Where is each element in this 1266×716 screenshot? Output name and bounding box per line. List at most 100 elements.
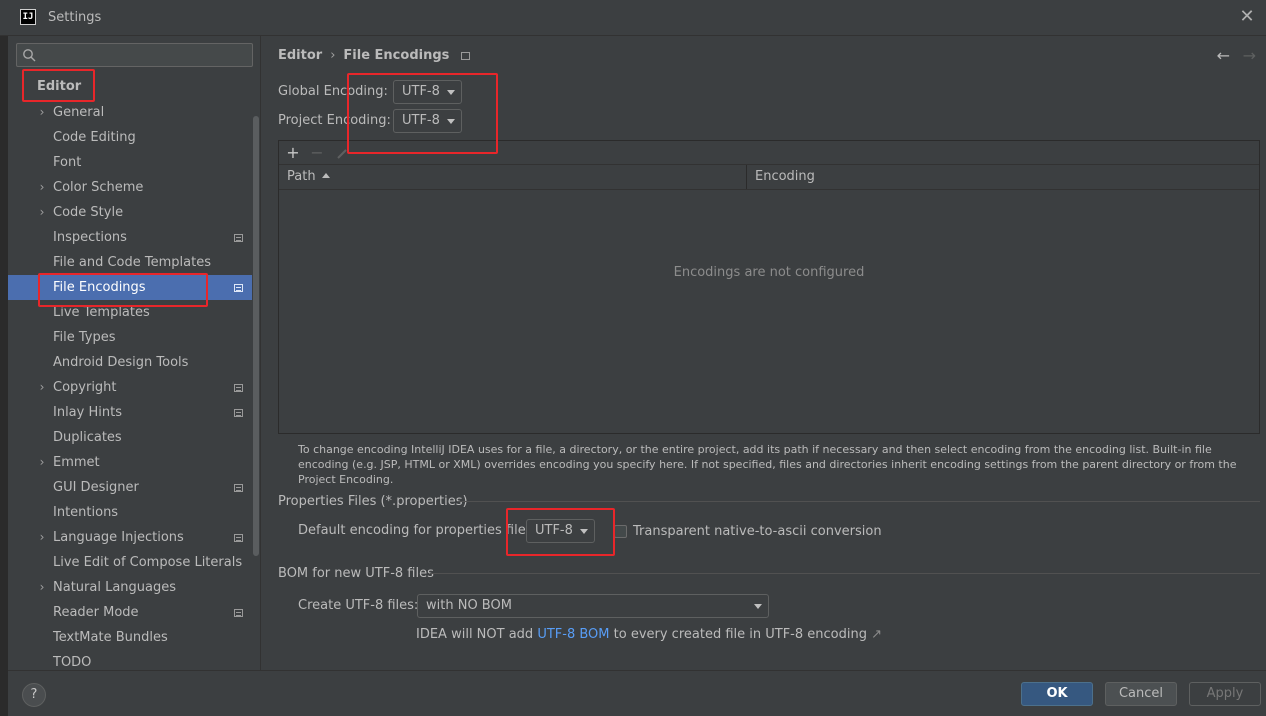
sidebar-item-live-edit-of-compose-literals[interactable]: Live Edit of Compose Literals [8,550,252,575]
page-settings-icon [234,384,243,392]
settings-search[interactable] [16,43,253,67]
column-header-path[interactable]: Path [279,165,747,189]
sidebar-item-live-templates[interactable]: Live Templates [8,300,252,325]
chevron-right-icon[interactable]: › [36,175,48,200]
properties-encoding-combo[interactable]: UTF-8 [526,519,595,543]
create-utf8-label: Create UTF-8 files: [298,598,419,613]
sidebar-item-label: Android Design Tools [53,355,189,370]
chevron-right-icon[interactable]: › [36,200,48,225]
page-settings-icon [234,234,243,242]
edit-pencil-icon[interactable] [333,143,353,163]
sidebar-item-color-scheme[interactable]: › Color Scheme [8,175,252,200]
sidebar-item-label: File Types [53,330,116,345]
sidebar-item-file-and-code-templates[interactable]: File and Code Templates [8,250,252,275]
global-encoding-value: UTF-8 [402,84,440,99]
sidebar-item-label: Live Edit of Compose Literals [53,555,243,570]
global-encoding-combo[interactable]: UTF-8 [393,80,462,104]
back-arrow-icon[interactable]: ← [1217,46,1230,65]
page-settings-icon [461,51,471,60]
chevron-right-icon[interactable]: › [36,450,48,475]
sidebar-item-label: Live Templates [53,305,150,320]
chevron-right-icon[interactable]: › [36,525,48,550]
chevron-down-icon [754,604,762,609]
sidebar-item-intentions[interactable]: Intentions [8,500,252,525]
global-encoding-label: Global Encoding: [278,84,388,99]
close-icon[interactable]: ✕ [1236,6,1258,28]
encoding-help-text: To change encoding IntelliJ IDEA uses fo… [298,443,1237,486]
bom-note: IDEA will NOT add UTF-8 BOM to every cre… [416,627,882,642]
sidebar-item-label: Duplicates [53,430,122,445]
add-icon[interactable]: + [283,143,303,163]
table-toolbar: + − [279,141,1259,165]
bom-section-title: BOM for new UTF-8 files [278,566,434,581]
breadcrumb: Editor › File Encodings [278,48,471,63]
sidebar-item-label: Copyright [53,380,117,395]
sidebar-item-label: GUI Designer [53,480,139,495]
sidebar-item-natural-languages[interactable]: › Natural Languages [8,575,252,600]
transparent-conversion-label[interactable]: Transparent native-to-ascii conversion [633,524,882,539]
external-link-icon[interactable]: ↗ [871,627,882,642]
settings-sidebar: Editor › General Code Editing Font › Color Sc… [8,36,261,670]
sidebar-item-gui-designer[interactable]: GUI Designer [8,475,252,500]
chevron-right-icon[interactable]: › [36,100,48,125]
forward-arrow-icon[interactable]: → [1243,46,1256,65]
cancel-button[interactable]: Cancel [1105,682,1177,706]
search-input[interactable] [41,46,246,64]
chevron-right-icon[interactable]: › [36,375,48,400]
ok-button[interactable]: OK [1021,682,1093,706]
sidebar-scrollbar[interactable] [253,116,259,556]
help-button[interactable]: ? [22,683,46,707]
breadcrumb-parent[interactable]: Editor [278,48,322,63]
project-encoding-combo[interactable]: UTF-8 [393,109,462,133]
empty-table-text: Encodings are not configured [673,265,865,280]
sidebar-item-font[interactable]: Font [8,150,252,175]
bom-note-prefix: IDEA will NOT add [416,627,538,642]
sidebar-item-code-editing[interactable]: Code Editing [8,125,252,150]
sidebar-item-copyright[interactable]: › Copyright [8,375,252,400]
project-encoding-label: Project Encoding: [278,113,391,128]
encoding-header-label: Encoding [755,169,815,184]
title-bar: IJ Settings ✕ [0,0,1266,36]
background-strip [0,36,8,716]
sidebar-item-label: Language Injections [53,530,184,545]
apply-button[interactable]: Apply [1189,682,1261,706]
sidebar-item-label: File and Code Templates [53,255,211,270]
settings-content: Editor › File Encodings ← → Global Encodin… [262,36,1266,670]
column-header-encoding[interactable]: Encoding [747,165,1259,189]
search-icon [23,49,36,62]
table-header: Path Encoding [279,165,1259,190]
remove-icon[interactable]: − [307,143,327,163]
sidebar-item-label: File Encodings [53,280,146,295]
utf8-bom-link[interactable]: UTF-8 BOM [537,627,609,642]
sidebar-item-label: General [53,105,105,120]
transparent-conversion-checkbox[interactable] [614,525,627,538]
sidebar-item-code-style[interactable]: › Code Style [8,200,252,225]
sidebar-item-file-encodings[interactable]: File Encodings [8,275,252,300]
sidebar-item-label: Code Style [53,205,124,220]
sidebar-item-duplicates[interactable]: Duplicates [8,425,252,450]
bom-value: with NO BOM [426,598,512,613]
sort-ascending-icon [321,173,330,178]
page-settings-icon [234,409,243,417]
properties-encoding-value: UTF-8 [535,523,573,538]
sidebar-item-inspections[interactable]: Inspections [8,225,252,250]
project-encoding-value: UTF-8 [402,113,440,128]
window-title: Settings [48,10,102,25]
chevron-right-icon[interactable]: › [36,575,48,600]
sidebar-item-language-injections[interactable]: › Language Injections [8,525,252,550]
bom-combo[interactable]: with NO BOM [417,594,769,618]
sidebar-item-label: TextMate Bundles [53,630,168,645]
sidebar-item-textmate-bundles[interactable]: TextMate Bundles [8,625,252,650]
sidebar-item-general[interactable]: › General [8,100,252,125]
sidebar-item-file-types[interactable]: File Types [8,325,252,350]
breadcrumb-separator: › [330,48,336,63]
sidebar-item-label: Reader Mode [53,605,139,620]
sidebar-item-emmet[interactable]: › Emmet [8,450,252,475]
sidebar-item-label: Intentions [53,505,119,520]
sidebar-item-reader-mode[interactable]: Reader Mode [8,600,252,625]
sidebar-item-android-design-tools[interactable]: Android Design Tools [8,350,252,375]
sidebar-item-label: Inlay Hints [53,405,122,420]
sidebar-item-inlay-hints[interactable]: Inlay Hints [8,400,252,425]
tree-root-editor[interactable]: Editor [37,79,81,94]
page-settings-icon [234,609,243,617]
